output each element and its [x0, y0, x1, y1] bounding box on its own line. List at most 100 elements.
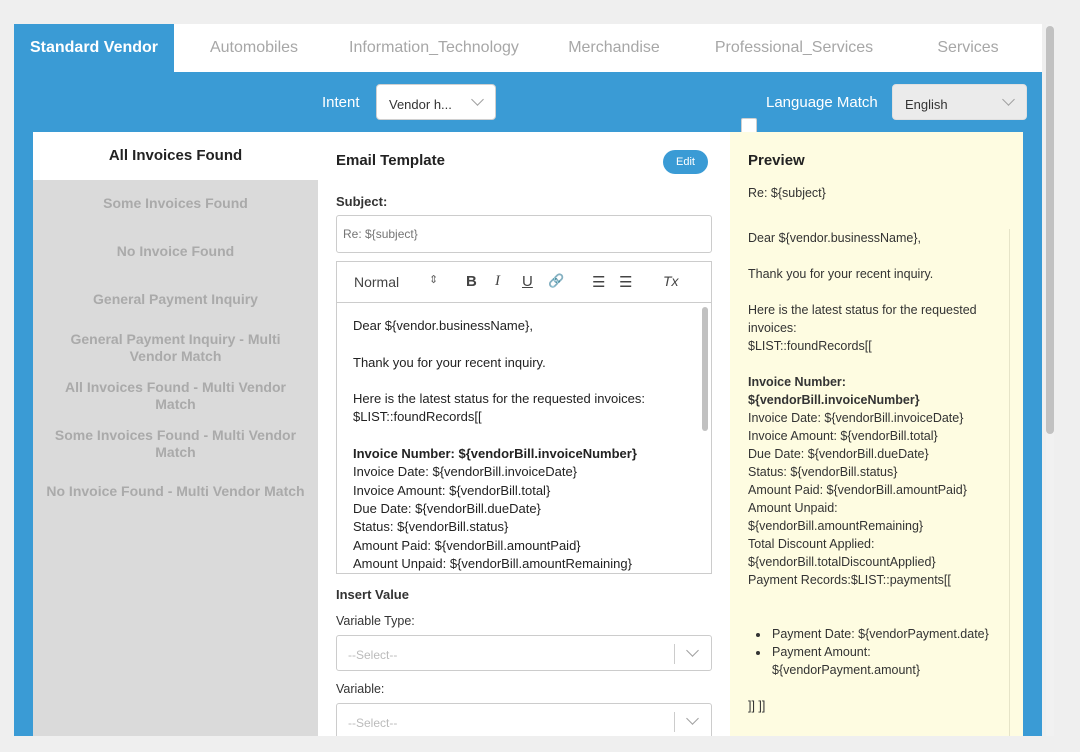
language-value: English — [905, 97, 948, 112]
scenario-all-invoices-found-multi[interactable]: All Invoices Found - Multi Vendor Match — [33, 379, 318, 413]
preview-line: Payment Records:$LIST::payments[[ — [748, 573, 951, 587]
scenario-general-payment-inquiry-multi[interactable]: General Payment Inquiry - Multi Vendor M… — [33, 331, 318, 365]
preview-body: Dear ${vendor.businessName}, Thank you f… — [748, 229, 1004, 715]
email-body-text: Dear ${vendor.businessName}, Thank you f… — [353, 317, 693, 573]
underline-icon[interactable]: U — [522, 273, 533, 290]
select-separator — [674, 644, 675, 664]
variable-select[interactable]: --Select-- — [336, 703, 712, 736]
format-arrows-icon: ⇕ — [429, 274, 439, 286]
email-body-editor[interactable]: Dear ${vendor.businessName}, Thank you f… — [336, 302, 712, 574]
preview-line: Invoice Number: — [748, 375, 846, 389]
variable-type-placeholder: --Select-- — [348, 648, 398, 662]
variable-label: Variable: — [336, 682, 385, 696]
body-line: Here is the latest status for the reques… — [353, 391, 645, 407]
preview-line: Dear ${vendor.businessName}, — [748, 231, 922, 245]
tab-merchandise[interactable]: Merchandise — [534, 24, 694, 72]
link-icon[interactable]: 🔗 — [548, 273, 564, 289]
payment-list-item: Payment Date: ${vendorPayment.date} — [770, 625, 1004, 643]
preview-spacer — [748, 679, 1004, 697]
variable-placeholder: --Select-- — [348, 716, 398, 730]
preview-line — [748, 283, 1004, 301]
preview-line: Thank you for your recent inquiry. — [748, 267, 934, 281]
editor-toolbar: Normal ⇕ B I U 🔗 ☰ ☰ Tx — [336, 261, 712, 303]
intent-value: Vendor h... — [389, 97, 452, 112]
body-line: $LIST::foundRecords[[ — [353, 409, 482, 425]
chevron-down-icon — [1002, 93, 1015, 106]
body-line: Invoice Number: ${vendorBill.invoiceNumb… — [353, 446, 637, 462]
italic-icon[interactable]: I — [495, 273, 500, 290]
intent-select[interactable]: Vendor h... — [376, 84, 496, 120]
body-line: Amount Unpaid: ${vendorBill.amountRemain… — [353, 555, 632, 571]
language-select[interactable]: English — [892, 84, 1027, 120]
chevron-down-icon — [686, 712, 699, 725]
preview-line: Status: ${vendorBill.status} — [748, 465, 898, 479]
tab-information-technology[interactable]: Information_Technology — [334, 24, 534, 72]
scenario-some-invoices-found-multi[interactable]: Some Invoices Found - Multi Vendor Match — [33, 427, 318, 461]
intent-bar: Intent Vendor h... — [14, 72, 1042, 134]
variable-type-select[interactable]: --Select-- — [336, 635, 712, 671]
preview-line — [748, 247, 1004, 265]
chevron-down-icon — [471, 93, 484, 106]
body-line — [353, 335, 693, 353]
scenario-no-invoice-found[interactable]: No Invoice Found — [33, 243, 318, 260]
editor-scrollbar[interactable] — [702, 307, 708, 431]
preview-line: Total Discount Applied: — [748, 537, 875, 551]
preview-line: Invoice Date: ${vendorBill.invoiceDate} — [748, 411, 964, 425]
body-line: Dear ${vendor.businessName}, — [353, 318, 533, 333]
tab-automobiles[interactable]: Automobiles — [174, 24, 334, 72]
edit-button[interactable]: Edit — [663, 150, 708, 174]
payment-list: Payment Date: ${vendorPayment.date} Paym… — [770, 625, 1004, 679]
subject-input[interactable] — [336, 215, 712, 253]
language-match-label: Language Match — [766, 94, 878, 111]
subject-label: Subject: — [336, 194, 388, 209]
intent-label: Intent — [322, 94, 360, 111]
bullet-list-icon[interactable]: ☰ — [619, 273, 632, 291]
preview-panel: Preview Re: ${subject} Dear ${vendor.bus… — [730, 132, 1023, 736]
content-panel: All Invoices Found Some Invoices Found N… — [33, 132, 1023, 736]
preview-line: $LIST::foundRecords[[ — [748, 339, 872, 353]
format-select[interactable]: Normal — [354, 274, 399, 290]
preview-line: Amount Unpaid: — [748, 501, 838, 515]
bold-icon[interactable]: B — [466, 273, 477, 290]
scenario-some-invoices-found[interactable]: Some Invoices Found — [33, 195, 318, 212]
ordered-list-icon[interactable]: ☰ — [592, 273, 605, 291]
select-separator — [674, 712, 675, 732]
preview-line: Due Date: ${vendorBill.dueDate} — [748, 447, 929, 461]
clear-format-icon[interactable]: Tx — [663, 273, 679, 289]
preview-subject: Re: ${subject} — [748, 186, 826, 200]
preview-line: Amount Paid: ${vendorBill.amountPaid} — [748, 483, 967, 497]
category-tabs: Standard Vendor Automobiles Information_… — [14, 24, 1042, 72]
page-scrollbar[interactable] — [1046, 24, 1054, 736]
chevron-down-icon — [686, 644, 699, 657]
body-line: Thank you for your recent inquiry. — [353, 354, 546, 370]
preview-line — [748, 355, 1004, 373]
variable-type-label: Variable Type: — [336, 614, 415, 628]
preview-line: ${vendorBill.amountRemaining} — [748, 519, 924, 533]
preview-closing: ]] ]] — [748, 699, 766, 713]
preview-line: Here is the latest status for the reques… — [748, 303, 977, 335]
scenario-all-invoices-found[interactable]: All Invoices Found — [33, 132, 318, 180]
email-template-editor: Email Template Edit Subject: Normal ⇕ B … — [336, 132, 712, 736]
scenario-list: All Invoices Found Some Invoices Found N… — [33, 132, 318, 736]
preview-divider — [1009, 229, 1010, 736]
body-line — [353, 372, 693, 390]
preview-title: Preview — [748, 152, 805, 169]
email-template-title: Email Template — [336, 152, 445, 169]
body-line: Due Date: ${vendorBill.dueDate} — [353, 500, 541, 516]
page-scrollbar-thumb[interactable] — [1046, 26, 1054, 434]
body-line: Invoice Amount: ${vendorBill.total} — [353, 482, 551, 498]
preview-line: Invoice Amount: ${vendorBill.total} — [748, 429, 938, 443]
tab-services[interactable]: Services — [894, 24, 1042, 72]
tab-professional-services[interactable]: Professional_Services — [694, 24, 894, 72]
body-line: Status: ${vendorBill.status} — [353, 519, 509, 535]
app-frame: Standard Vendor Automobiles Information_… — [14, 24, 1042, 736]
body-line: Invoice Date: ${vendorBill.invoiceDate} — [353, 464, 578, 480]
tab-standard-vendor[interactable]: Standard Vendor — [14, 24, 174, 72]
payment-list-item: Payment Amount: ${vendorPayment.amount} — [770, 643, 1004, 679]
scenario-general-payment-inquiry[interactable]: General Payment Inquiry — [33, 291, 318, 308]
preview-spacer — [748, 589, 1004, 607]
scenario-no-invoice-found-multi[interactable]: No Invoice Found - Multi Vendor Match — [33, 483, 318, 500]
preview-line: ${vendorBill.totalDiscountApplied} — [748, 555, 936, 569]
body-line — [353, 427, 693, 445]
insert-value-title: Insert Value — [336, 587, 409, 602]
